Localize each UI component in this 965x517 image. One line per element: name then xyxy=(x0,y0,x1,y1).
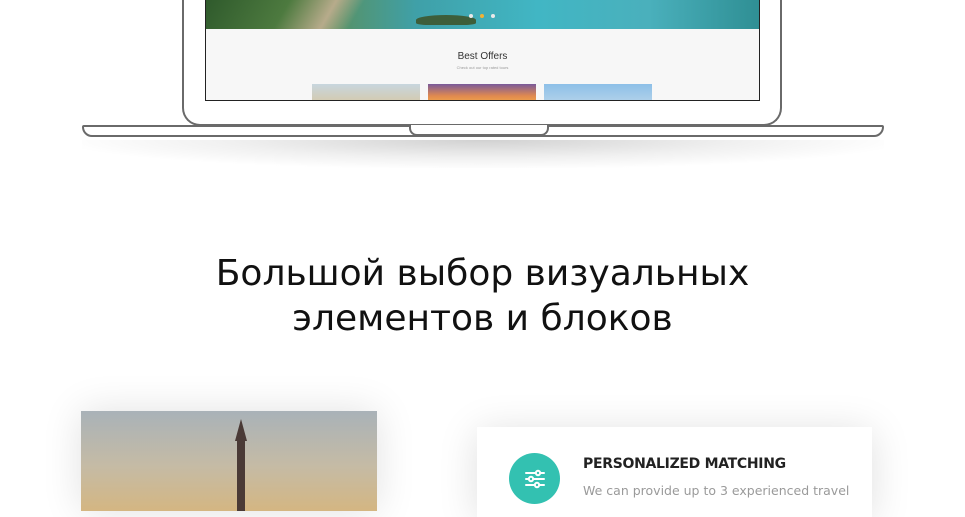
offer-thumbnail[interactable] xyxy=(544,84,652,100)
offers-title: Best Offers xyxy=(457,51,508,62)
laptop-shadow xyxy=(82,140,884,168)
feature-text: We can provide up to 3 experienced trave… xyxy=(583,483,850,498)
laptop-screen: Best Offers Check out our top rated tour… xyxy=(205,0,760,101)
section-headline: Большой выбор визуальных элементов и бло… xyxy=(0,251,965,341)
feature-title: PERSONALIZED MATCHING xyxy=(583,456,786,472)
slider-dots xyxy=(469,14,495,18)
mosque-photo-card xyxy=(81,411,377,511)
hero-island xyxy=(416,15,476,25)
slider-dot-active[interactable] xyxy=(480,14,484,18)
offer-thumbnail[interactable] xyxy=(428,84,536,100)
hero-landmass xyxy=(206,0,376,29)
offers-subtitle: Check out our top rated tours xyxy=(456,65,509,70)
slider-dot[interactable] xyxy=(491,14,495,18)
sliders-icon xyxy=(509,453,560,504)
hero-image xyxy=(206,0,759,29)
slider-dot[interactable] xyxy=(469,14,473,18)
laptop-notch xyxy=(409,125,549,136)
minaret-left xyxy=(235,419,247,511)
headline-line-1: Большой выбор визуальных xyxy=(215,253,750,294)
feature-card: PERSONALIZED MATCHING We can provide up … xyxy=(477,427,872,517)
offer-thumbnail[interactable] xyxy=(312,84,420,100)
headline-line-2: элементов и блоков xyxy=(292,298,673,339)
